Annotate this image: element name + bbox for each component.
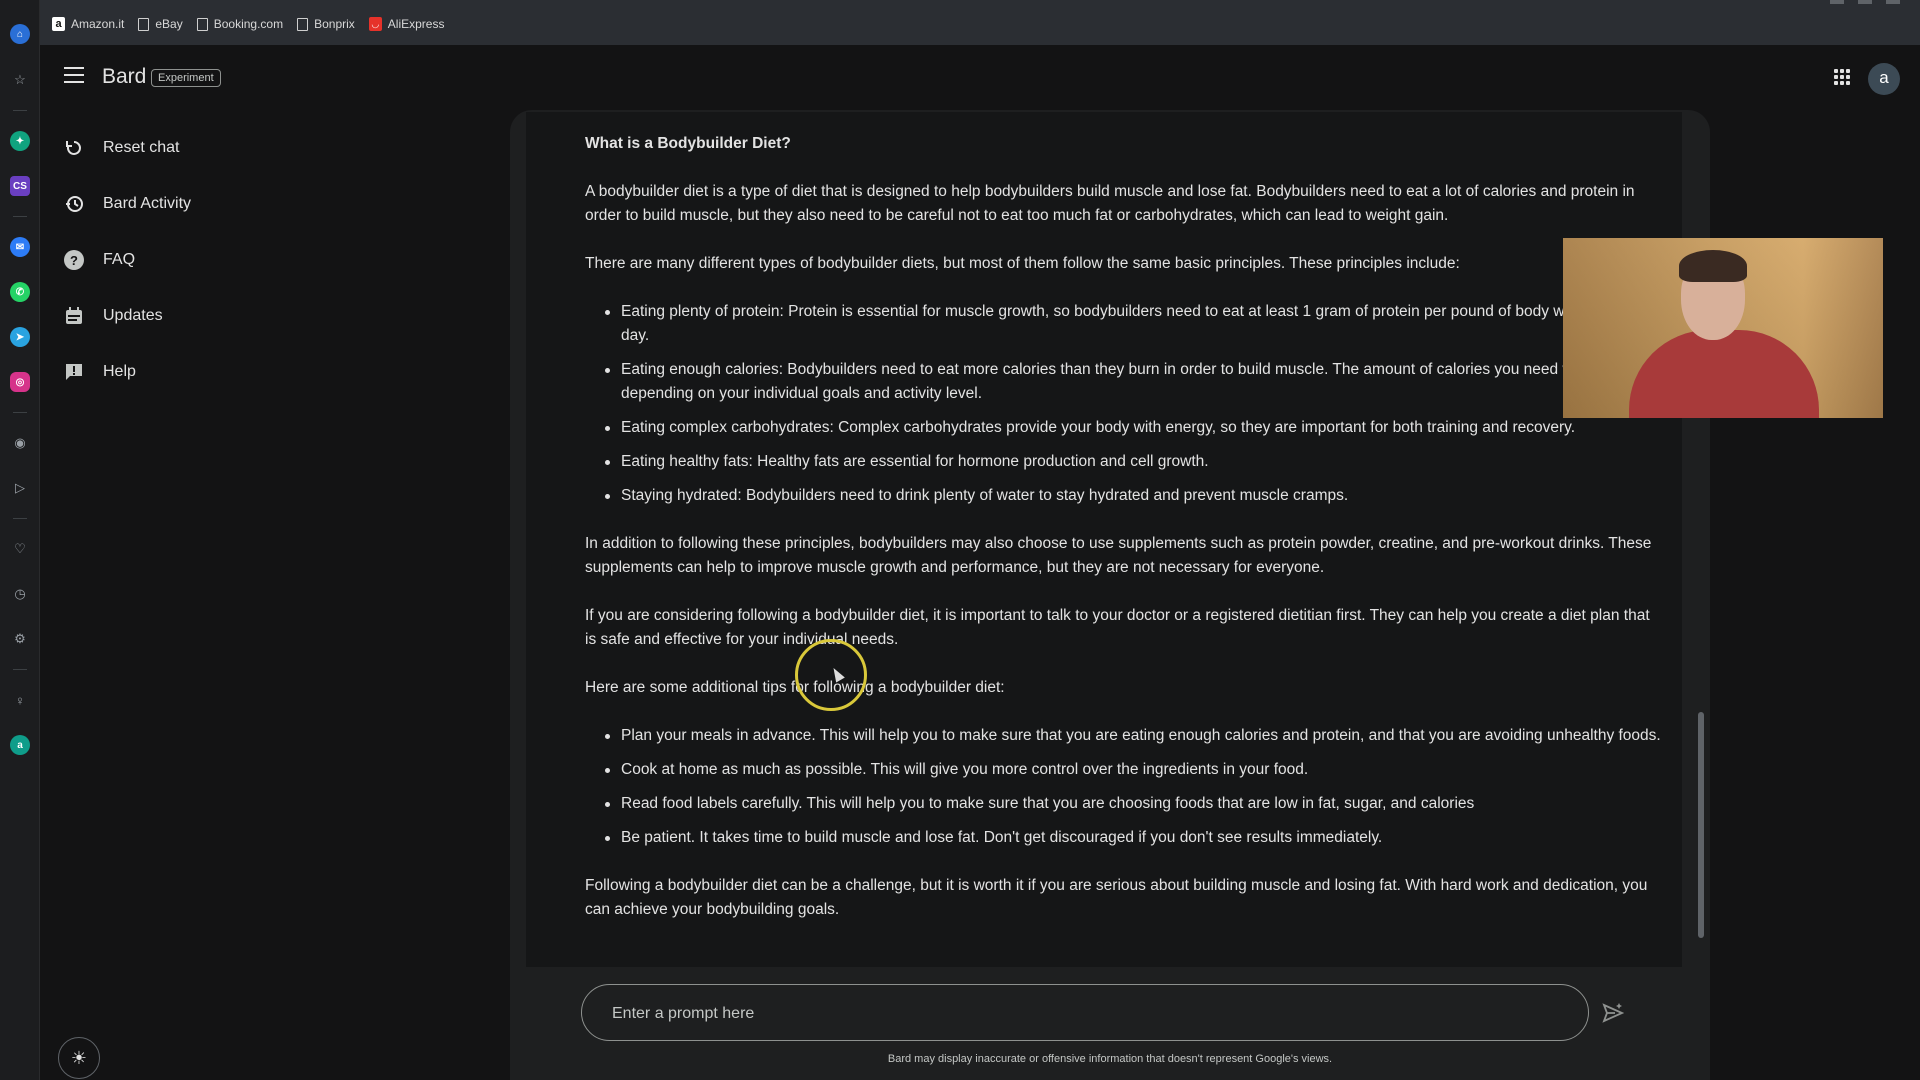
sidebar-item-updates[interactable]: Updates — [40, 288, 340, 344]
sidebar-item-reset-chat[interactable]: Reset chat — [40, 120, 340, 176]
list-item: Plan your meals in advance. This will he… — [585, 724, 1665, 748]
dock-divider — [13, 669, 27, 670]
bookmark-label: Amazon.it — [71, 17, 125, 31]
webcam-overlay — [1563, 238, 1883, 418]
chatgpt-icon[interactable]: ✦ — [10, 131, 30, 151]
heart-icon[interactable]: ♡ — [10, 539, 30, 559]
bookmark-amazon[interactable]: a Amazon.it — [52, 17, 124, 31]
sun-icon: ☀ — [70, 1047, 88, 1068]
browser-toolbar: a Amazon.it eBay Booking.com Bonprix ◡ A… — [0, 0, 1920, 45]
disclaimer-text: Bard may display inaccurate or offensive… — [887, 1053, 1333, 1065]
bard-sidebar: Reset chat Bard Activity ? FAQ Updates H… — [40, 120, 340, 400]
tips-list: Plan your meals in advance. This will he… — [585, 724, 1665, 850]
sidebar-item-label: Bard Activity — [103, 195, 192, 212]
calendar-icon — [64, 306, 84, 326]
sidebar-item-help[interactable]: Help — [40, 344, 340, 400]
response-paragraph: Following a bodybuilder diet can be a ch… — [585, 877, 1648, 918]
prompt-input[interactable] — [612, 1002, 1552, 1026]
response-paragraph: In addition to following these principle… — [585, 535, 1652, 576]
bookmark-label: eBay — [155, 17, 183, 31]
response-paragraph: If you are considering following a bodyb… — [585, 607, 1650, 648]
star-icon[interactable]: ☆ — [10, 70, 30, 90]
list-item: Eating plenty of protein: Protein is ess… — [585, 300, 1665, 348]
bookmark-booking[interactable]: Booking.com — [196, 17, 284, 31]
browser-control-icon[interactable] — [1830, 0, 1844, 4]
telegram-icon[interactable]: ➤ — [10, 327, 30, 347]
clock-icon[interactable]: ◷ — [10, 584, 30, 604]
sidebar-item-label: FAQ — [103, 251, 136, 268]
browser-home-icon[interactable]: ⌂ — [10, 24, 30, 44]
bookmark-label: Booking.com — [213, 17, 284, 31]
sidebar-item-label: Updates — [103, 307, 163, 324]
dock-divider — [13, 110, 27, 111]
bookmark-bonprix[interactable]: Bonprix — [297, 17, 355, 31]
response-paragraph: Here are some additional tips for follow… — [585, 679, 1005, 696]
browser-control-icon[interactable] — [1858, 0, 1872, 4]
browser-sidebar-dock: ⌂ ☆ ✦ CS ✉ ✆ ➤ ◎ ◉ ▷ ♡ ◷ ⚙ ♀ a — [0, 0, 40, 1080]
sidebar-item-label: Help — [103, 363, 136, 380]
principles-list: Eating plenty of protein: Protein is ess… — [585, 300, 1665, 508]
list-item: Eating enough calories: Bodybuilders nee… — [585, 358, 1665, 406]
account-icon[interactable]: a — [10, 735, 30, 755]
gear-icon[interactable]: ⚙ — [10, 629, 30, 649]
bookmark-label: AliExpress — [387, 17, 445, 31]
amazon-icon: a — [52, 17, 65, 31]
aliexpress-icon: ◡ — [368, 17, 382, 31]
experiment-badge: Experiment — [151, 69, 221, 87]
avatar[interactable]: a — [1868, 63, 1900, 95]
hamburger-menu-icon[interactable] — [64, 67, 84, 83]
page-icon — [196, 17, 208, 31]
sidebar-item-faq[interactable]: ? FAQ — [40, 232, 340, 288]
bulb-icon[interactable]: ♀ — [10, 690, 30, 710]
list-item: Cook at home as much as possible. This w… — [585, 758, 1665, 782]
page-icon — [297, 17, 309, 31]
sidebar-item-label: Reset chat — [103, 139, 180, 156]
google-apps-icon[interactable] — [1834, 69, 1850, 85]
messenger-icon[interactable]: ✉ — [10, 237, 30, 257]
app-title: Bard — [102, 65, 147, 88]
list-item: Staying hydrated: Bodybuilders need to d… — [585, 484, 1665, 508]
reset-icon — [64, 138, 84, 158]
dock-divider — [13, 216, 27, 217]
response-content: What is a Bodybuilder Diet? A bodybuilde… — [585, 132, 1665, 946]
list-item: Be patient. It takes time to build muscl… — [585, 826, 1665, 850]
history-icon — [64, 194, 84, 214]
help-circle-icon: ? — [64, 250, 84, 270]
webcam-person-hair — [1679, 250, 1747, 282]
app-cs-icon[interactable]: CS — [10, 176, 30, 196]
dock-divider — [13, 412, 27, 413]
response-heading: What is a Bodybuilder Diet? — [585, 135, 791, 152]
scrollbar-thumb[interactable] — [1698, 712, 1704, 938]
send-icon[interactable] — [1602, 1002, 1625, 1024]
page-icon — [138, 17, 150, 31]
list-item: Eating complex carbohydrates: Complex ca… — [585, 416, 1665, 440]
bookmark-ebay[interactable]: eBay — [138, 17, 183, 31]
instagram-icon[interactable]: ◎ — [10, 372, 30, 392]
browser-window-controls — [1830, 0, 1900, 4]
response-container: What is a Bodybuilder Diet? A bodybuilde… — [526, 112, 1682, 967]
response-paragraph: There are many different types of bodybu… — [585, 255, 1460, 272]
list-item: Eating healthy fats: Healthy fats are es… — [585, 450, 1665, 474]
dock-divider — [13, 518, 27, 519]
sidebar-item-bard-activity[interactable]: Bard Activity — [40, 176, 340, 232]
feedback-icon — [64, 362, 84, 382]
bookmarks-bar: a Amazon.it eBay Booking.com Bonprix ◡ A… — [52, 17, 444, 31]
browser-control-icon[interactable] — [1886, 0, 1900, 4]
response-paragraph: A bodybuilder diet is a type of diet tha… — [585, 183, 1635, 224]
bookmark-aliexpress[interactable]: ◡ AliExpress — [368, 17, 445, 31]
app-header: Bard Experiment a — [40, 45, 1920, 109]
theme-toggle-button[interactable]: ☀ — [58, 1037, 100, 1079]
bookmark-label: Bonprix — [314, 17, 355, 31]
send-arrow-icon[interactable]: ▷ — [10, 478, 30, 498]
list-item: Read food labels carefully. This will he… — [585, 792, 1665, 816]
whatsapp-icon[interactable]: ✆ — [10, 282, 30, 302]
media-icon[interactable]: ◉ — [10, 433, 30, 453]
prompt-box[interactable] — [581, 984, 1589, 1041]
